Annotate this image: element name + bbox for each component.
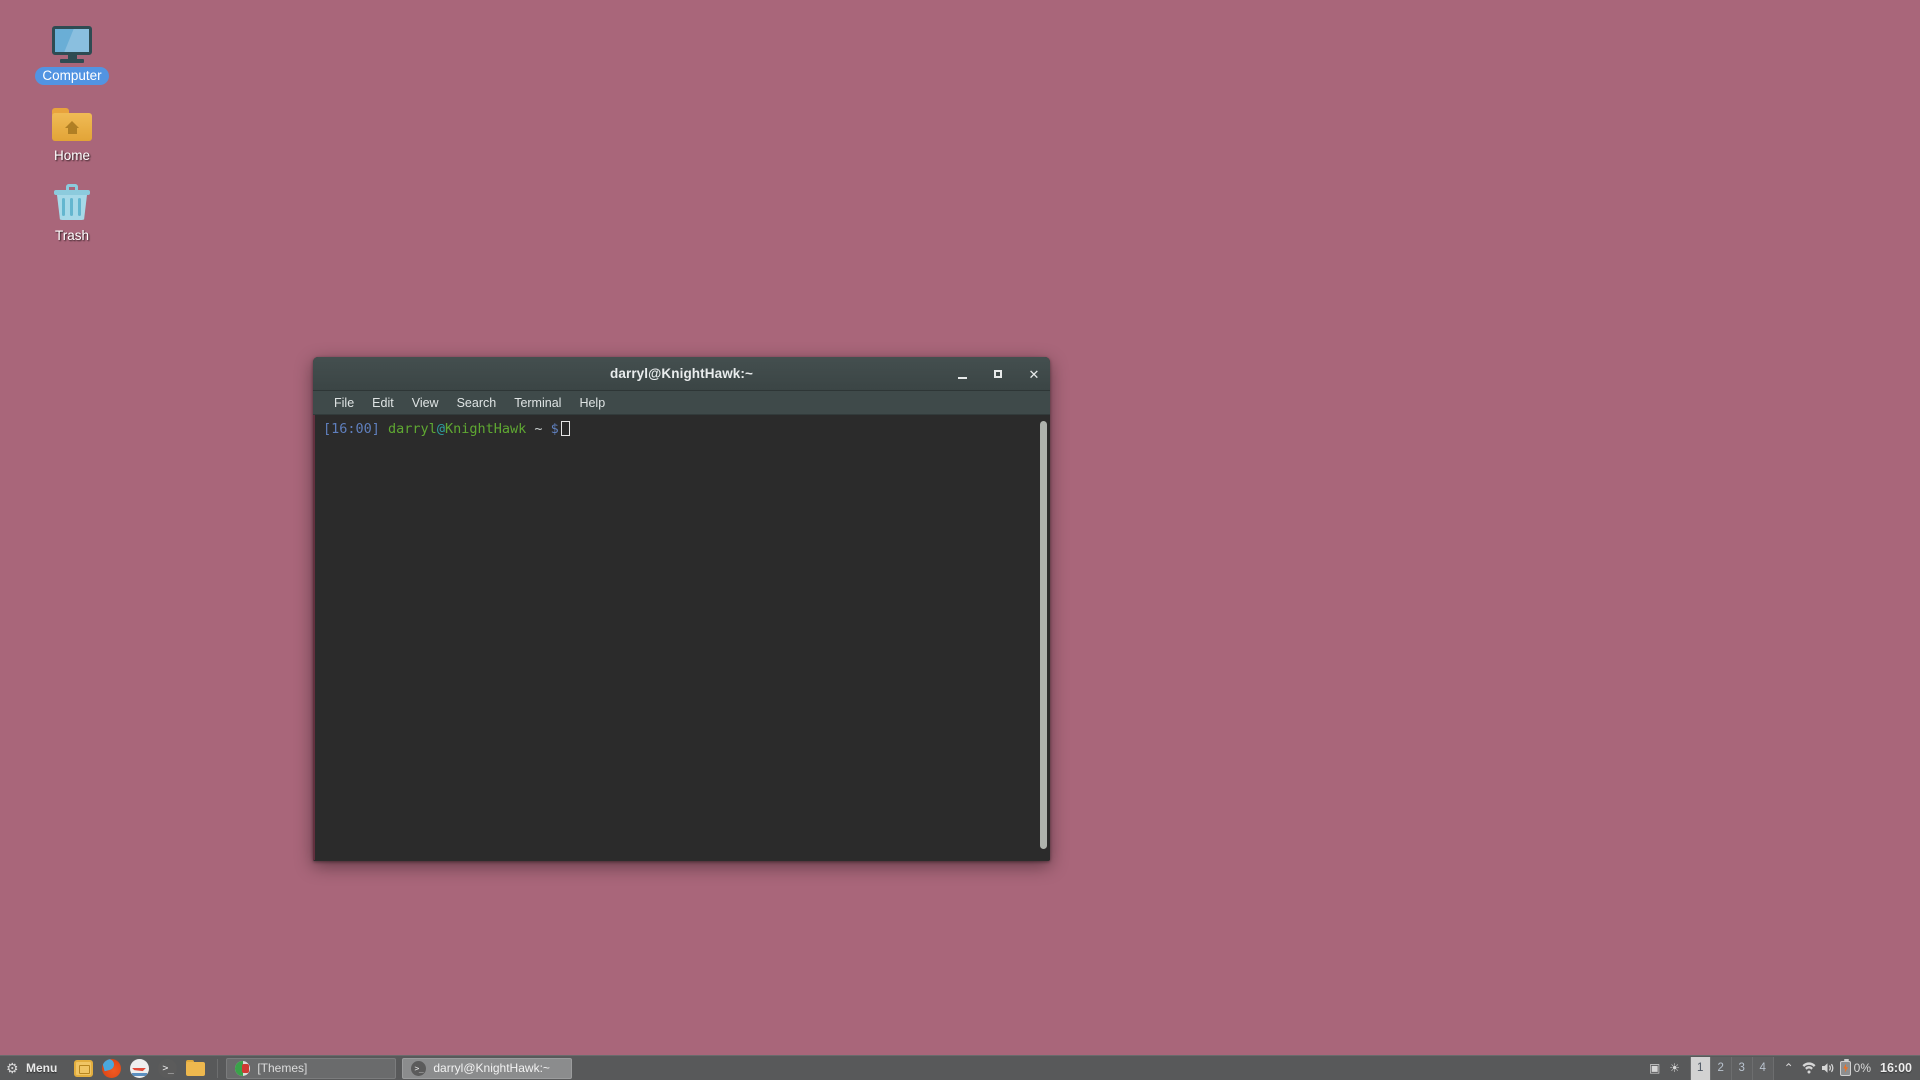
terminal-scrollbar[interactable] xyxy=(1040,421,1047,849)
terminal-icon: >_ xyxy=(411,1060,427,1076)
wifi-icon[interactable] xyxy=(1800,1059,1818,1077)
terminal-body[interactable]: [16:00] darryl@KnightHawk ~ $ xyxy=(313,415,1050,860)
launcher-text-editor[interactable] xyxy=(130,1058,150,1078)
trash-icon xyxy=(20,176,124,222)
launcher-firefox[interactable] xyxy=(102,1058,122,1078)
menu-item-file[interactable]: File xyxy=(325,393,363,413)
terminal-cursor xyxy=(560,421,570,436)
firefox-icon xyxy=(102,1058,122,1078)
prompt-symbol: $ xyxy=(550,421,559,437)
close-icon[interactable]: ✕ xyxy=(1026,366,1042,382)
battery-icon xyxy=(1839,1058,1851,1076)
start-menu-label: Menu xyxy=(26,1061,58,1075)
desktop-icon-home[interactable]: Home xyxy=(20,96,124,165)
workspace-4[interactable]: 4 xyxy=(1752,1056,1774,1080)
workspace-2[interactable]: 2 xyxy=(1710,1056,1732,1080)
home-folder-icon xyxy=(20,96,124,142)
chevron-up-icon[interactable]: ⌃ xyxy=(1780,1059,1798,1077)
desktop-icon-label: Home xyxy=(53,148,90,163)
prompt-path: ~ xyxy=(534,421,543,437)
launcher-bar: >_ xyxy=(66,1056,213,1080)
taskbar: ⚙ Menu >_ [Themes] >_ darryl@KnightHawk:… xyxy=(0,1055,1920,1080)
maximize-icon[interactable] xyxy=(990,366,1006,382)
text-editor-icon xyxy=(130,1058,150,1078)
terminal-icon: >_ xyxy=(158,1058,178,1078)
taskbar-divider xyxy=(217,1058,219,1078)
terminal-menubar: File Edit View Search Terminal Help xyxy=(313,391,1050,415)
desktop-icon-label: Computer xyxy=(35,67,109,85)
workspace-3[interactable]: 3 xyxy=(1731,1056,1753,1080)
volume-icon[interactable] xyxy=(1820,1059,1838,1077)
launcher-file-manager[interactable] xyxy=(74,1059,94,1078)
monitor-icon xyxy=(20,16,124,63)
workspace-switcher: 1 2 3 4 xyxy=(1689,1056,1774,1080)
menu-item-help[interactable]: Help xyxy=(570,393,614,413)
taskbar-window-label: [Themes] xyxy=(257,1061,308,1075)
system-tray: ▣ ☀ 1 2 3 4 ⌃ 0% 16:00 xyxy=(1646,1056,1920,1080)
gear-icon: ⚙ xyxy=(6,1060,19,1076)
window-controls: ✕ xyxy=(954,357,1042,391)
clock[interactable]: 16:00 xyxy=(1880,1061,1912,1075)
taskbar-window-label: darryl@KnightHawk:~ xyxy=(433,1061,550,1075)
prompt-host: KnightHawk xyxy=(444,421,527,437)
file-manager-icon xyxy=(74,1059,94,1077)
brightness-icon[interactable]: ☀ xyxy=(1666,1059,1684,1077)
desktop[interactable]: Computer Home Trash darryl@KnightHawk:~ … xyxy=(0,0,1920,1080)
launcher-terminal[interactable]: >_ xyxy=(158,1058,178,1078)
window-list: [Themes] >_ darryl@KnightHawk:~ xyxy=(222,1057,573,1079)
workspace-1[interactable]: 1 xyxy=(1689,1056,1711,1080)
folder-icon xyxy=(186,1060,206,1076)
desktop-icon-label: Trash xyxy=(54,228,89,243)
themes-icon xyxy=(235,1060,251,1076)
menu-item-view[interactable]: View xyxy=(403,393,448,413)
launcher-folder[interactable] xyxy=(186,1059,206,1078)
prompt-user: darryl xyxy=(388,421,437,437)
prompt-time: [16:00] xyxy=(323,421,380,437)
menu-item-edit[interactable]: Edit xyxy=(363,393,403,413)
menu-item-search[interactable]: Search xyxy=(448,393,506,413)
battery-indicator[interactable]: 0% xyxy=(1839,1058,1872,1076)
taskbar-window-themes[interactable]: [Themes] xyxy=(226,1057,397,1079)
minimize-icon[interactable] xyxy=(954,366,970,382)
desktop-icon-computer[interactable]: Computer xyxy=(20,16,124,85)
desktop-icon-trash[interactable]: Trash xyxy=(20,176,124,245)
terminal-titlebar[interactable]: darryl@KnightHawk:~ ✕ xyxy=(313,357,1050,391)
charging-bolt-icon xyxy=(1843,1063,1849,1073)
terminal-window[interactable]: darryl@KnightHawk:~ ✕ File Edit View Sea… xyxy=(313,357,1050,861)
window-title: darryl@KnightHawk:~ xyxy=(610,366,753,381)
start-menu-button[interactable]: ⚙ Menu xyxy=(0,1056,66,1080)
taskbar-window-terminal[interactable]: >_ darryl@KnightHawk:~ xyxy=(402,1057,573,1079)
prompt-at: @ xyxy=(436,421,445,437)
display-icon[interactable]: ▣ xyxy=(1646,1059,1664,1077)
battery-percent: 0% xyxy=(1853,1061,1872,1075)
menu-item-terminal[interactable]: Terminal xyxy=(505,393,570,413)
terminal-output: [16:00] darryl@KnightHawk ~ $ xyxy=(315,415,1050,438)
